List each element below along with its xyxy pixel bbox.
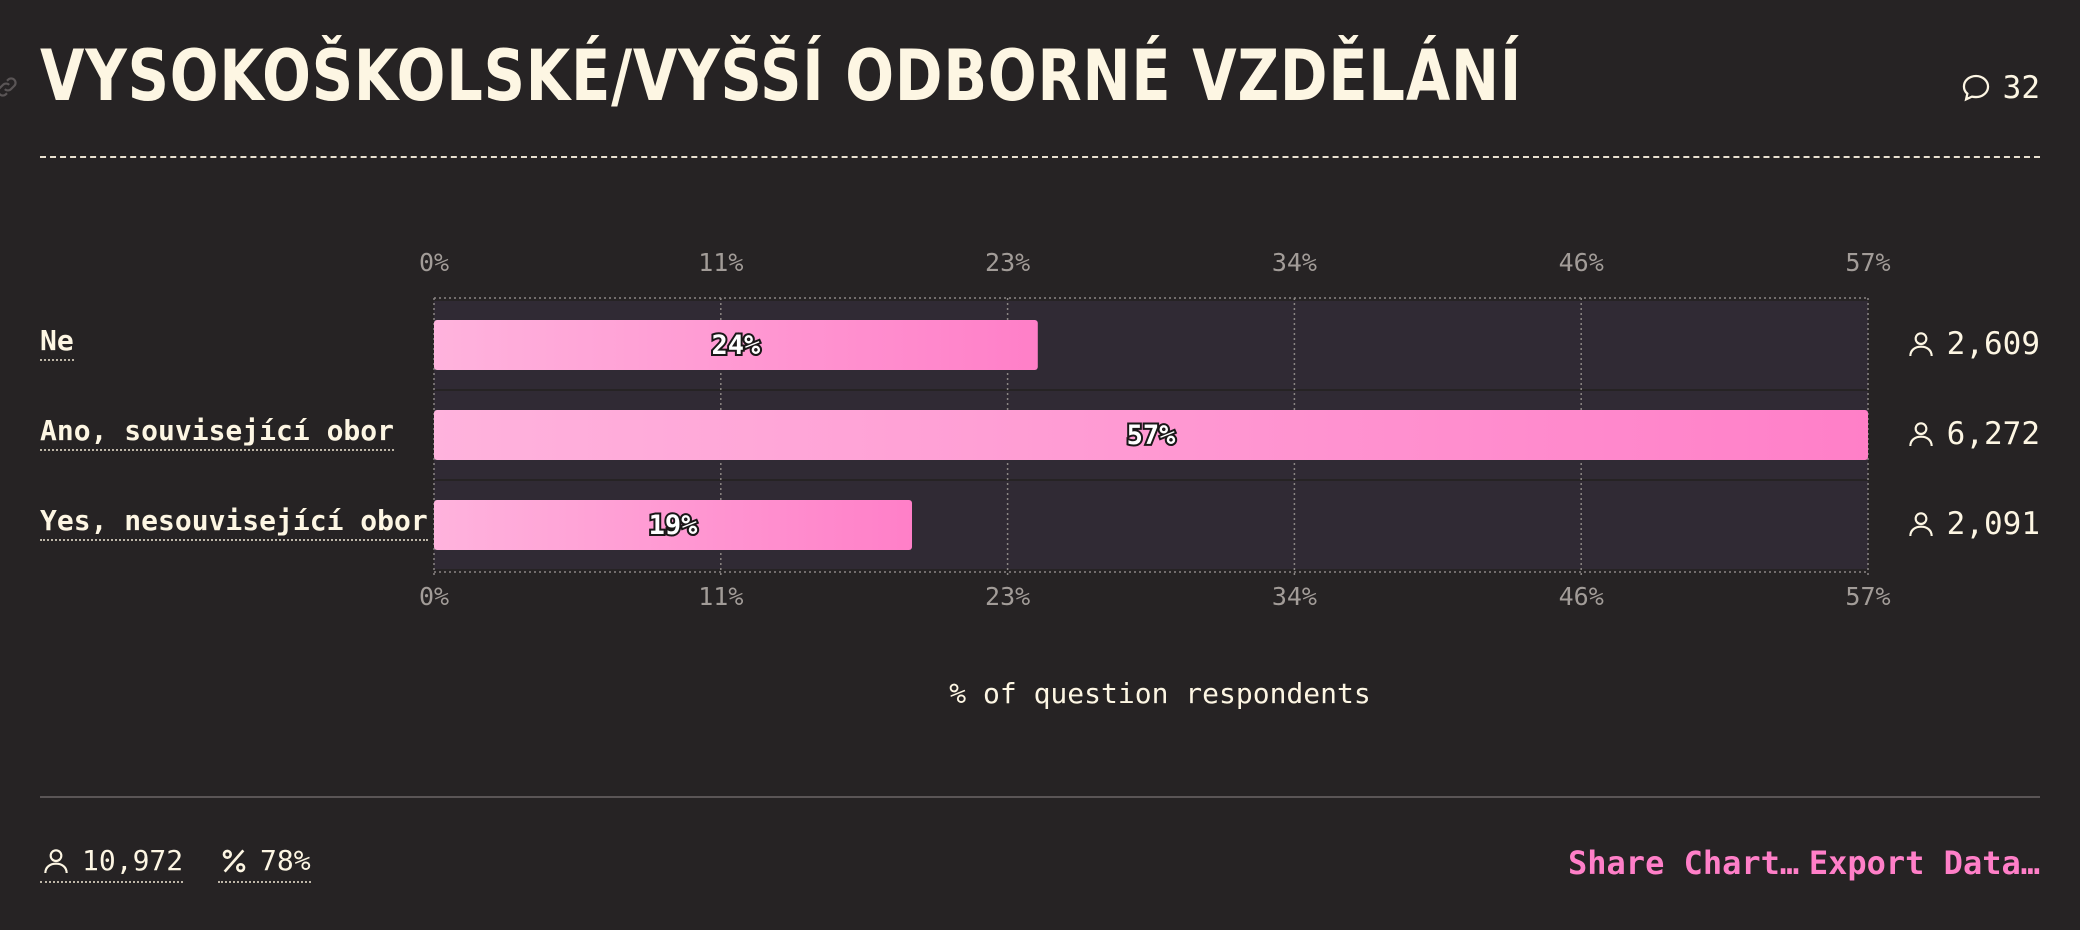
respondent-count-value: 6,272 <box>1946 416 2040 452</box>
x-tick-label-top: 46% <box>1559 248 1604 277</box>
x-tick-label-top: 23% <box>985 248 1030 277</box>
x-tick-label-bottom: 57% <box>1845 582 1890 611</box>
person-icon <box>1908 512 1933 537</box>
category-label[interactable]: Ano, související obor <box>40 415 395 451</box>
person-icon <box>44 848 68 873</box>
total-respondents-value: 10,972 <box>82 844 184 877</box>
response-rate[interactable]: 78% <box>218 844 311 883</box>
respondent-count: 2,609 <box>1905 326 2040 362</box>
bar-chart: 0% 0% 11% 11% 23% 23% 34% 34% 46% 46% 57% 57% 24% 57… <box>419 248 1891 611</box>
footer-divider <box>40 796 2040 798</box>
response-rate-value: 78% <box>260 844 311 877</box>
x-tick-label-top: 11% <box>698 248 743 277</box>
x-tick-label-bottom: 34% <box>1272 582 1317 611</box>
x-axis-title: % of question respondents <box>949 677 1371 710</box>
export-data-button[interactable]: Export Data… <box>1809 844 2040 882</box>
percent-icon <box>222 848 246 873</box>
person-icon <box>1908 332 1933 357</box>
total-respondents[interactable]: 10,972 <box>40 844 184 883</box>
person-icon <box>1908 422 1933 447</box>
bar-value-label: 19% <box>649 510 699 541</box>
x-tick-label-top: 0% <box>419 248 449 277</box>
bar-value-label: 57% <box>1127 420 1177 451</box>
x-tick-label-bottom: 46% <box>1559 582 1604 611</box>
bar-value-label: 24% <box>712 330 762 361</box>
share-chart-button[interactable]: Share Chart… <box>1568 844 1799 882</box>
respondent-count-value: 2,609 <box>1946 326 2040 362</box>
respondent-count: 2,091 <box>1905 506 2040 542</box>
category-label[interactable]: Ne <box>40 325 74 361</box>
x-tick-label-bottom: 0% <box>419 582 449 611</box>
x-tick-label-top: 57% <box>1845 248 1890 277</box>
respondent-count: 6,272 <box>1905 416 2040 452</box>
x-tick-label-bottom: 11% <box>698 582 743 611</box>
category-label[interactable]: Yes, nesouvisející obor <box>40 505 428 541</box>
x-tick-label-bottom: 23% <box>985 582 1030 611</box>
respondent-count-value: 2,091 <box>1946 506 2040 542</box>
x-tick-label-top: 34% <box>1272 248 1317 277</box>
